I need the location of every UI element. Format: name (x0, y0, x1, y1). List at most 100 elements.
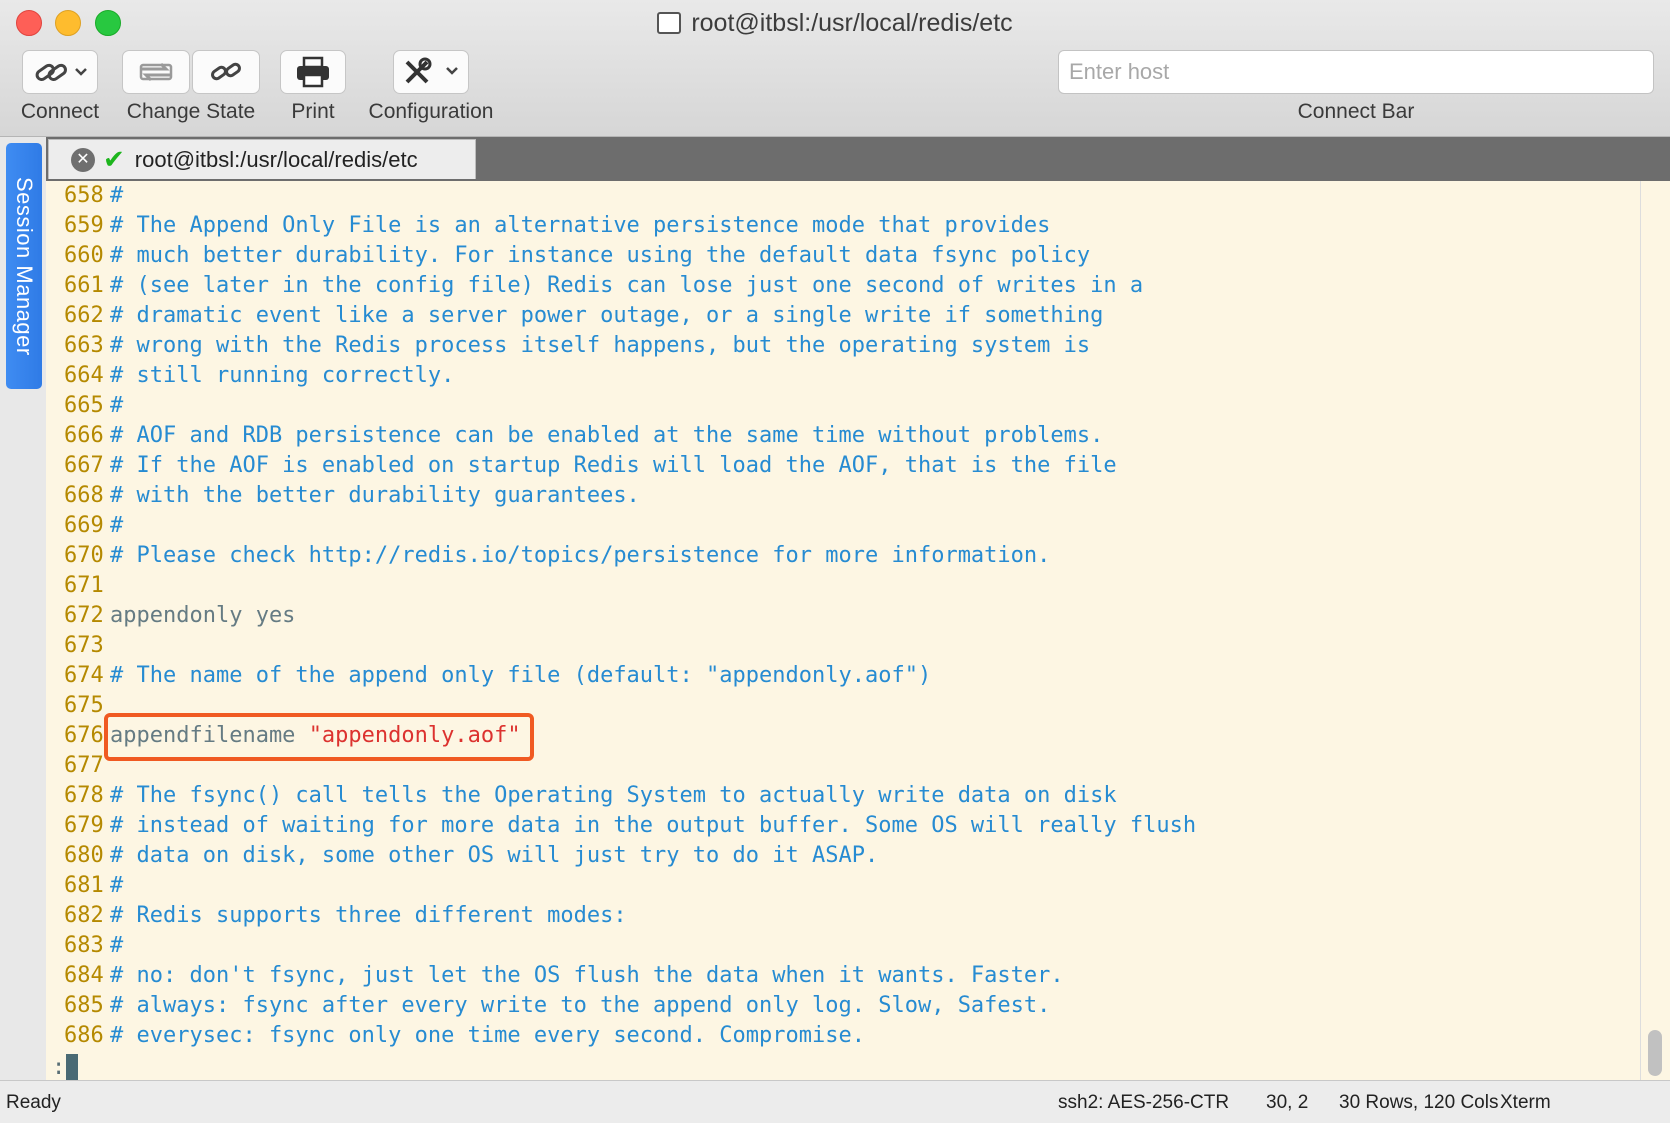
tab-strip: ✕ ✔ root@itbsl:/usr/local/redis/etc (46, 137, 1670, 181)
link-icon (35, 63, 87, 81)
tools-icon (405, 57, 458, 84)
line-number: 675 (64, 693, 104, 718)
terminal-line: 668 # with the better durability guarante… (64, 481, 640, 511)
status-text: Ready (6, 1092, 61, 1113)
terminal-line: 669 # (64, 511, 123, 541)
line-number: 660 (64, 243, 104, 268)
scrollbar-track[interactable] (1640, 181, 1670, 1080)
line-text: appendonly yes (110, 603, 296, 628)
line-text: # wrong with the Redis process itself ha… (110, 333, 1091, 358)
connect-bar-label: Connect Bar (1297, 100, 1415, 123)
broken-link-icon (211, 62, 241, 81)
line-text: # (see later in the config file) Redis c… (110, 273, 1144, 298)
line-number: 668 (64, 483, 104, 508)
terminal-line: 659 # The Append Only File is an alternat… (64, 211, 1050, 241)
terminal-line: 658 # (64, 181, 123, 211)
terminal-line: 670 # Please check http://redis.io/topics… (64, 541, 1050, 571)
terminal-line: 678 # The fsync() call tells the Operatin… (64, 781, 1117, 811)
line-text: # everysec: fsync only one time every se… (110, 1023, 865, 1048)
line-number: 686 (64, 1023, 104, 1048)
terminal-line: 681 # (64, 871, 123, 901)
line-text: # If the AOF is enabled on startup Redis… (110, 453, 1117, 478)
line-number: 664 (64, 363, 104, 388)
line-text: # much better durability. For instance u… (110, 243, 1091, 268)
terminal-line: 672 appendonly yes (64, 601, 295, 631)
terminal-line: 674 # The name of the append only file (d… (64, 661, 931, 691)
line-number: 667 (64, 453, 104, 478)
line-number: 670 (64, 543, 104, 568)
connect-label: Connect (20, 100, 100, 123)
line-number: 685 (64, 993, 104, 1018)
line-text: # (110, 933, 124, 958)
session-tab-label: root@itbsl:/usr/local/redis/etc (134, 146, 418, 172)
reconnect-button[interactable] (122, 50, 190, 94)
cipher-status: ssh2: AES-256-CTR (1058, 1092, 1230, 1113)
print-label: Print (291, 100, 335, 123)
terminal-line: 679 # instead of waiting for more data in… (64, 811, 1196, 841)
line-text: # no: don't fsync, just let the OS flush… (110, 963, 1064, 988)
terminal-line: 675 (64, 691, 110, 721)
line-text: # dramatic event like a server power out… (110, 303, 1104, 328)
line-text: # (110, 873, 124, 898)
printer-icon (297, 56, 329, 88)
line-text: # still running correctly. (110, 363, 455, 388)
window-title-text: root@itbsl:/usr/local/redis/etc (691, 9, 1013, 37)
line-text: # (110, 183, 124, 208)
line-text: # The Append Only File is an alternative… (110, 213, 1051, 238)
line-number: 673 (64, 633, 104, 658)
line-number: 658 (64, 183, 104, 208)
line-text: # Please check http://redis.io/topics/pe… (110, 543, 1051, 568)
status-bar: Ready ssh2: AES-256-CTR 30, 2 30 Rows, 1… (0, 1080, 1670, 1123)
configuration-button[interactable] (393, 50, 469, 94)
terminal-line: 671 (64, 571, 110, 601)
line-text: # The name of the append only file (defa… (110, 663, 932, 688)
line-text: # AOF and RDB persistence can be enabled… (110, 423, 1104, 448)
terminal-line: 661 # (see later in the config file) Redi… (64, 271, 1143, 301)
host-input[interactable] (1058, 50, 1654, 94)
terminal-line: 680 # data on disk, some other OS will ju… (64, 841, 878, 871)
configuration-label: Configuration (368, 100, 494, 123)
terminal-window-icon (657, 12, 682, 34)
terminal-line: 686 # everysec: fsync only one time every… (64, 1021, 865, 1051)
connect-button[interactable] (22, 50, 98, 94)
terminal-line: 664 # still running correctly. (64, 361, 454, 391)
window-title: root@itbsl:/usr/local/redis/etc (0, 8, 1670, 38)
terminal-line: 685 # always: fsync after every write to … (64, 991, 1050, 1021)
line-number: 666 (64, 423, 104, 448)
session-manager-tab[interactable]: Session Manager (6, 143, 42, 389)
line-number: 665 (64, 393, 104, 418)
line-number: 682 (64, 903, 104, 928)
disconnect-button[interactable] (192, 50, 260, 94)
line-text: # data on disk, some other OS will just … (110, 843, 879, 868)
line-text: # (110, 513, 124, 538)
title-bar: root@itbsl:/usr/local/redis/etc Connect … (0, 0, 1670, 137)
terminal-line: 666 # AOF and RDB persistence can be enab… (64, 421, 1103, 451)
line-number: 681 (64, 873, 104, 898)
line-number: 683 (64, 933, 104, 958)
line-number: 680 (64, 843, 104, 868)
terminal-cursor (66, 1054, 78, 1080)
terminal-line: 665 # (64, 391, 123, 421)
line-number: 663 (64, 333, 104, 358)
line-text: # always: fsync after every write to the… (110, 993, 1051, 1018)
session-manager-label: Session Manager (12, 176, 37, 356)
close-tab-icon[interactable]: ✕ (71, 147, 95, 172)
line-number: 679 (64, 813, 104, 838)
line-text: # instead of waiting for more data in th… (110, 813, 1197, 838)
reconnect-icon (139, 62, 173, 82)
line-number: 671 (64, 573, 104, 598)
session-tab[interactable]: ✕ ✔ root@itbsl:/usr/local/redis/etc (48, 139, 476, 179)
scrollbar-thumb[interactable] (1648, 1030, 1662, 1076)
terminal-line: 660 # much better durability. For instanc… (64, 241, 1090, 271)
line-number: 684 (64, 963, 104, 988)
terminal-line: 663 # wrong with the Redis process itself… (64, 331, 1090, 361)
terminal-area[interactable]: 658 #659 # The Append Only File is an alte… (46, 181, 1640, 1080)
terminal-line: 673 (64, 631, 110, 661)
connected-check-icon: ✔ (103, 144, 125, 174)
line-text: # Redis supports three different modes: (110, 903, 627, 928)
print-button[interactable] (280, 50, 346, 94)
cursor-position: 30, 2 (1266, 1092, 1309, 1113)
line-text: # (110, 393, 124, 418)
line-number: 661 (64, 273, 104, 298)
line-number: 678 (64, 783, 104, 808)
